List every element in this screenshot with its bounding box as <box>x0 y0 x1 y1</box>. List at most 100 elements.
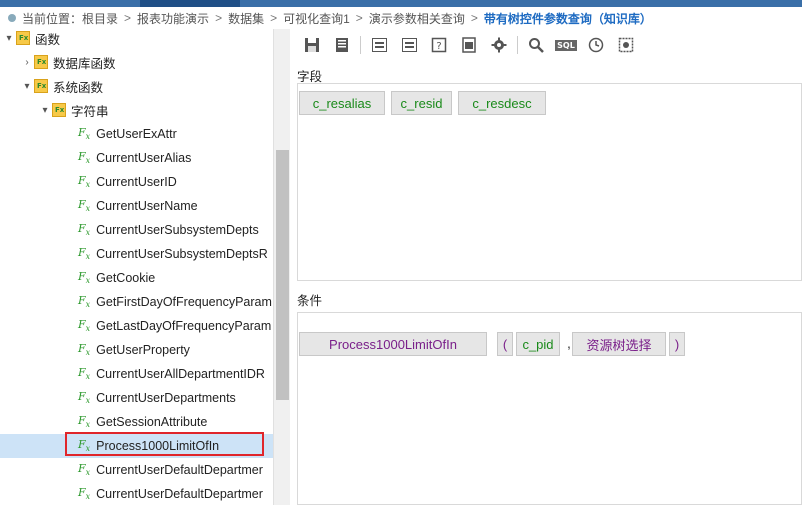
param-chip[interactable]: c_pid <box>516 332 560 356</box>
function-icon-sub: x <box>85 444 91 454</box>
function-icon-letter: F <box>78 126 86 140</box>
function-item-label: GetLastDayOfFrequencyParam <box>96 319 272 333</box>
function-item-label: GetSessionAttribute <box>96 415 208 429</box>
function-item[interactable]: Fx GetUserExAttr <box>0 122 273 146</box>
function-item-label: CurrentUserID <box>96 175 177 189</box>
tree-node-db-functions[interactable]: › 数据库函数 <box>0 50 273 74</box>
function-item[interactable]: Fx CurrentUserSubsystemDepts <box>0 218 273 242</box>
field-chip[interactable]: c_resdesc <box>458 91 546 115</box>
close-paren-chip[interactable]: ) <box>669 332 685 356</box>
function-icon: Fx <box>78 222 90 237</box>
form-icon[interactable] <box>397 34 421 56</box>
function-item-label: GetCookie <box>96 271 156 285</box>
function-item-label: CurrentUserDepartments <box>96 391 236 405</box>
save-icon[interactable] <box>300 34 324 56</box>
open-paren-chip[interactable]: ( <box>497 332 513 356</box>
chevron-down-icon[interactable]: ▾ <box>2 33 16 44</box>
function-item[interactable]: Fx CurrentUserName <box>0 194 273 218</box>
function-item[interactable]: Fx GetLastDayOfFrequencyParam <box>0 314 273 338</box>
toolbar: ? SQL <box>290 29 802 61</box>
function-icon-letter: F <box>78 342 86 356</box>
function-item[interactable]: Fx CurrentUserDefaultDepartmer <box>0 482 273 505</box>
function-icon: Fx <box>78 438 90 453</box>
function-icon: Fx <box>78 318 90 333</box>
function-icon: Fx <box>78 390 90 405</box>
breadcrumb-dataset[interactable]: 数据集 <box>228 10 264 27</box>
function-item[interactable]: Fx CurrentUserID <box>0 170 273 194</box>
function-item[interactable]: Fx CurrentUserAllDepartmentIDR <box>0 362 273 386</box>
breadcrumb-separator: > <box>215 11 223 25</box>
tree-node-functions[interactable]: ▾ 函数 <box>0 29 273 50</box>
chevron-down-icon[interactable]: ▾ <box>38 105 52 116</box>
sql-icon[interactable]: SQL <box>554 34 578 56</box>
breadcrumb-prefix: 当前位置： <box>22 11 83 26</box>
function-folder-icon <box>16 31 30 45</box>
toolbar-separator <box>360 36 361 54</box>
breadcrumb-root[interactable]: 根目录 <box>82 10 118 27</box>
export-icon[interactable] <box>457 34 481 56</box>
function-icon-sub: x <box>85 492 91 502</box>
query-editor: ? SQL 字段 c_resalias c_resid c_resdesc 条件… <box>290 29 802 505</box>
function-item-label: CurrentUserDefaultDepartmer <box>96 463 263 477</box>
function-item[interactable]: Fx GetCookie <box>0 266 273 290</box>
tree-param-chip[interactable]: 资源树选择 <box>572 332 666 356</box>
function-icon-sub: x <box>85 228 91 238</box>
function-icon-sub: x <box>85 324 91 334</box>
function-folder-icon <box>34 79 48 93</box>
function-icon-letter: F <box>78 270 86 284</box>
function-icon: Fx <box>78 486 90 501</box>
function-item[interactable]: Fx GetUserProperty <box>0 338 273 362</box>
breadcrumb-param-query[interactable]: 演示参数相关查询 <box>369 10 465 27</box>
clock-icon[interactable] <box>584 34 608 56</box>
search-icon[interactable] <box>524 34 548 56</box>
function-item[interactable]: Fx CurrentUserAlias <box>0 146 273 170</box>
tree-node-sys-functions[interactable]: ▾ 系统函数 <box>0 74 273 98</box>
toolbar-separator <box>517 36 518 54</box>
function-icon-sub: x <box>85 468 91 478</box>
tree-scrollbar[interactable] <box>273 29 290 505</box>
function-icon: Fx <box>78 342 90 357</box>
function-item-label: GetFirstDayOfFrequencyParam <box>96 295 272 309</box>
function-icon-sub: x <box>85 420 91 430</box>
tree-node-string[interactable]: ▾ 字符串 <box>0 98 273 122</box>
function-icon-letter: F <box>78 198 86 212</box>
function-item[interactable]: Fx CurrentUserSubsystemDeptsR <box>0 242 273 266</box>
function-icon: Fx <box>78 270 90 285</box>
breadcrumb: 当前位置： 根目录 > 报表功能演示 > 数据集 > 可视化查询1 > 演示参数… <box>0 7 802 29</box>
breadcrumb-separator: > <box>470 11 478 25</box>
save-as-icon[interactable] <box>330 34 354 56</box>
function-item-label: CurrentUserAllDepartmentIDR <box>96 367 265 381</box>
function-icon-letter: F <box>78 294 86 308</box>
breadcrumb-report-demo[interactable]: 报表功能演示 <box>137 10 209 27</box>
table-icon[interactable] <box>367 34 391 56</box>
config-icon[interactable] <box>614 34 638 56</box>
function-icon-sub: x <box>85 180 91 190</box>
function-icon-letter: F <box>78 246 86 260</box>
function-icon: Fx <box>78 198 90 213</box>
tree-node-label: 函数 <box>35 32 61 47</box>
help-icon[interactable]: ? <box>427 34 451 56</box>
condition-function-chip[interactable]: Process1000LimitOfIn <box>299 332 487 356</box>
function-icon-letter: F <box>78 174 86 188</box>
function-tree: ▾ 函数 › 数据库函数 ▾ 系统函数 ▾ 字符串 Fx GetUserExAtt… <box>0 29 273 505</box>
function-folder-icon <box>52 103 66 117</box>
function-icon-letter: F <box>78 486 86 500</box>
function-item[interactable]: Fx CurrentUserDefaultDepartmer <box>0 458 273 482</box>
function-item[interactable]: Fx GetFirstDayOfFrequencyParam <box>0 290 273 314</box>
function-item[interactable]: Fx GetSessionAttribute <box>0 410 273 434</box>
breadcrumb-separator: > <box>355 11 363 25</box>
field-chip[interactable]: c_resid <box>391 91 452 115</box>
function-icon: Fx <box>78 462 90 477</box>
function-item-label: GetUserExAttr <box>96 127 177 141</box>
function-item[interactable]: Fx Process1000LimitOfIn <box>0 434 273 458</box>
chevron-right-icon[interactable]: › <box>20 57 34 68</box>
settings-icon[interactable] <box>487 34 511 56</box>
function-item-label: GetUserProperty <box>96 343 190 357</box>
scrollbar-thumb[interactable] <box>276 150 289 400</box>
svg-text:?: ? <box>436 41 441 52</box>
function-item[interactable]: Fx CurrentUserDepartments <box>0 386 273 410</box>
chevron-down-icon[interactable]: ▾ <box>20 81 34 92</box>
breadcrumb-visual-query[interactable]: 可视化查询1 <box>283 10 350 27</box>
field-chip[interactable]: c_resalias <box>299 91 385 115</box>
function-icon-sub: x <box>85 372 91 382</box>
